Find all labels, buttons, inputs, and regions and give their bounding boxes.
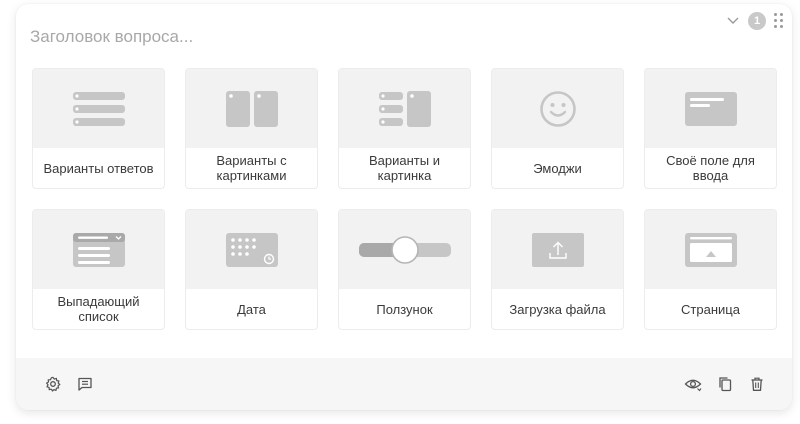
tile-label: Ползунок [376,301,433,317]
image-cards-icon [225,90,278,127]
question-title-input[interactable] [30,24,630,50]
text-field-icon [684,91,737,126]
type-tile-variants[interactable]: Варианты ответов [32,68,165,189]
smiley-icon [539,90,576,127]
settings-icon[interactable] [44,375,62,393]
upload-icon [531,232,584,267]
trash-icon[interactable] [748,375,766,393]
tile-label: Загрузка файла [509,301,606,317]
tile-label: Эмоджи [533,160,582,176]
comment-icon[interactable] [76,375,94,393]
tile-label: Варианты с картинками [216,153,287,183]
type-tile-dropdown[interactable]: Выпадающий список [32,209,165,330]
type-tile-slider[interactable]: Ползунок [338,209,471,330]
type-tile-file-upload[interactable]: Загрузка файла [491,209,624,330]
slider-icon [358,235,451,264]
card-footer [16,358,792,410]
list-icon [72,91,125,126]
copy-icon[interactable] [716,375,734,393]
eye-icon[interactable] [684,375,702,393]
question-card: 1 Варианты ответов [16,4,792,410]
type-tile-image-variants[interactable]: Варианты с картинками [185,68,318,189]
list-with-image-icon [378,90,431,127]
question-number-badge: 1 [748,12,766,30]
calendar-icon [225,232,278,267]
page-icon [684,232,737,267]
chevron-down-icon[interactable] [726,14,740,28]
tile-label: Своё поле для ввода [666,153,755,183]
tile-label: Варианты и картинка [369,153,440,183]
type-tile-text-field[interactable]: Своё поле для ввода [644,68,777,189]
drag-handle-icon[interactable] [774,13,784,29]
type-tile-emoji[interactable]: Эмоджи [491,68,624,189]
tile-label: Дата [237,301,266,317]
type-tile-variants-image[interactable]: Варианты и картинка [338,68,471,189]
tile-label: Страница [681,301,740,317]
dropdown-icon [72,232,125,267]
type-tile-page[interactable]: Страница [644,209,777,330]
card-top-controls: 1 [726,12,784,30]
type-tile-date[interactable]: Дата [185,209,318,330]
tile-label: Выпадающий список [57,294,140,324]
question-type-grid: Варианты ответов Варианты с картинками В… [32,68,777,330]
tile-label: Варианты ответов [43,160,154,176]
